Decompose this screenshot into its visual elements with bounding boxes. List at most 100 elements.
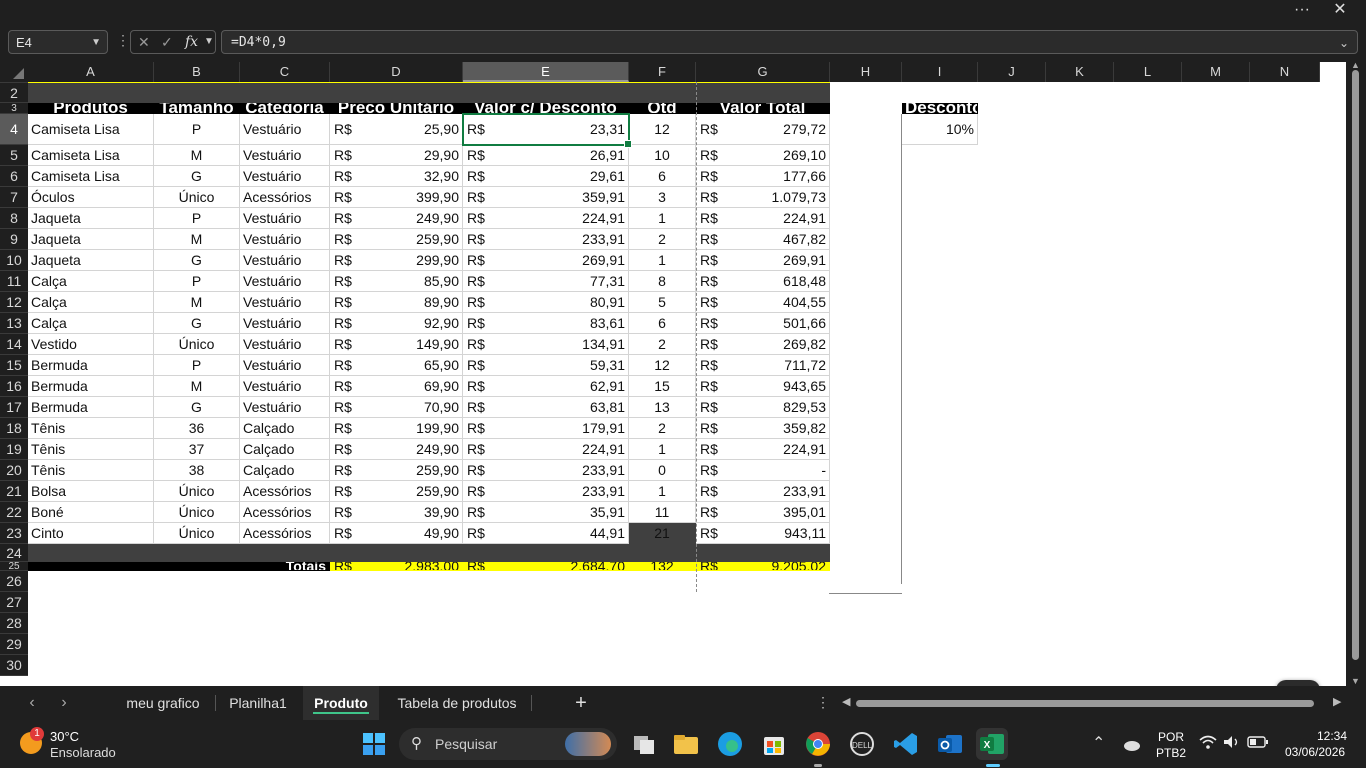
column-header-j[interactable]: J: [978, 62, 1046, 82]
cell-categoria[interactable]: Calçado: [240, 439, 330, 460]
clock-date[interactable]: 03/06/2026: [1285, 745, 1345, 759]
cell-desconto[interactable]: R$ 35,91: [463, 502, 629, 523]
expand-formula-icon[interactable]: ⌄: [1339, 31, 1349, 55]
clock-time[interactable]: 12:34: [1317, 729, 1347, 743]
cell-valor-total[interactable]: R$ 943,11: [696, 523, 830, 544]
header-categoria[interactable]: Categoria: [240, 103, 330, 114]
cell-tamanho[interactable]: 36: [154, 418, 240, 439]
weather-desc[interactable]: Ensolarado: [50, 745, 116, 760]
formula-input[interactable]: =D4*0,9 ⌄: [221, 30, 1358, 54]
cell-desconto[interactable]: R$ 44,91: [463, 523, 629, 544]
cell-desconto[interactable]: R$ 62,91: [463, 376, 629, 397]
cell-tamanho[interactable]: M: [154, 229, 240, 250]
row-header-21[interactable]: 21: [0, 481, 28, 502]
cell-valor-total[interactable]: R$ 224,91: [696, 439, 830, 460]
cell-desconto[interactable]: R$ 359,91: [463, 187, 629, 208]
cell-preco[interactable]: R$ 199,90: [330, 418, 463, 439]
cell-categoria[interactable]: Acessórios: [240, 523, 330, 544]
cell-valor-total[interactable]: R$ 224,91: [696, 208, 830, 229]
cell-desconto[interactable]: R$ 83,61: [463, 313, 629, 334]
row-header-16[interactable]: 16: [0, 376, 28, 397]
cell-preco[interactable]: R$ 29,90: [330, 145, 463, 166]
cell-categoria[interactable]: Vestuário: [240, 271, 330, 292]
header-qtd[interactable]: Qtd: [629, 103, 696, 114]
cell-preco[interactable]: R$ 92,90: [330, 313, 463, 334]
prev-sheet-icon[interactable]: ‹: [22, 686, 42, 720]
cell-produto[interactable]: Calça: [28, 271, 154, 292]
cell-categoria[interactable]: Vestuário: [240, 292, 330, 313]
totals-valor-total[interactable]: R$ 9.205,02: [696, 562, 830, 571]
row-header-13[interactable]: 13: [0, 313, 28, 334]
cell-tamanho[interactable]: G: [154, 397, 240, 418]
row-header-17[interactable]: 17: [0, 397, 28, 418]
more-vertical-icon[interactable]: ⋮: [816, 694, 830, 711]
cell-desconto[interactable]: R$ 233,91: [463, 229, 629, 250]
microsoft-store-icon[interactable]: [758, 728, 790, 760]
cancel-icon[interactable]: ✕: [138, 31, 150, 53]
cell-categoria[interactable]: Vestuário: [240, 145, 330, 166]
file-explorer-icon[interactable]: [670, 728, 702, 760]
outlook-icon[interactable]: [934, 728, 966, 760]
cell-produto[interactable]: Tênis: [28, 439, 154, 460]
cell-qtd[interactable]: 6: [629, 313, 696, 334]
discount-label-cell[interactable]: Desconto: [902, 103, 978, 114]
cell-produto[interactable]: Boné: [28, 502, 154, 523]
header-tamanho[interactable]: Tamanho: [154, 103, 240, 114]
cell-desconto[interactable]: R$ 233,91: [463, 460, 629, 481]
row-header-11[interactable]: 11: [0, 271, 28, 292]
scroll-up-icon[interactable]: ▲: [1351, 62, 1360, 70]
cell-desconto[interactable]: R$ 80,91: [463, 292, 629, 313]
cell-desconto[interactable]: R$ 26,91: [463, 145, 629, 166]
cell-categoria[interactable]: Acessórios: [240, 187, 330, 208]
column-header-b[interactable]: B: [154, 62, 240, 82]
column-header-e[interactable]: E: [463, 62, 629, 82]
add-sheet-button[interactable]: +: [568, 686, 594, 720]
cell-preco[interactable]: R$ 249,90: [330, 208, 463, 229]
cell-categoria[interactable]: Vestuário: [240, 397, 330, 418]
row-header-28[interactable]: 28: [0, 613, 28, 634]
cell-categoria[interactable]: Vestuário: [240, 114, 330, 145]
cell-qtd[interactable]: 2: [629, 229, 696, 250]
cell-valor-total[interactable]: R$ 279,72: [696, 114, 830, 145]
cell-tamanho[interactable]: P: [154, 271, 240, 292]
cell-categoria[interactable]: Vestuário: [240, 166, 330, 187]
cell-categoria[interactable]: Vestuário: [240, 208, 330, 229]
row-header-5[interactable]: 5: [0, 145, 28, 166]
cell-preco[interactable]: R$ 259,90: [330, 481, 463, 502]
cell-preco[interactable]: R$ 70,90: [330, 397, 463, 418]
column-header-g[interactable]: G: [696, 62, 830, 82]
cell-produto[interactable]: Óculos: [28, 187, 154, 208]
cell-produto[interactable]: Camiseta Lisa: [28, 114, 154, 145]
cell-desconto[interactable]: R$ 233,91: [463, 481, 629, 502]
cell-desconto[interactable]: R$ 224,91: [463, 439, 629, 460]
cell-valor-total[interactable]: R$ 467,82: [696, 229, 830, 250]
cell-produto[interactable]: Bermuda: [28, 397, 154, 418]
cell-categoria[interactable]: Acessórios: [240, 502, 330, 523]
header-produtos[interactable]: Produtos: [28, 103, 154, 114]
cell-desconto[interactable]: R$ 23,31: [463, 114, 629, 145]
cell-tamanho[interactable]: G: [154, 166, 240, 187]
cell-valor-total[interactable]: R$ 359,82: [696, 418, 830, 439]
cell-categoria[interactable]: Vestuário: [240, 376, 330, 397]
totals-desconto[interactable]: R$ 2.684,70: [463, 562, 629, 571]
cell-qtd[interactable]: 12: [629, 355, 696, 376]
cell-produto[interactable]: Bolsa: [28, 481, 154, 502]
cell-categoria[interactable]: Vestuário: [240, 355, 330, 376]
tab-tabela-de-produtos[interactable]: Tabela de produtos: [384, 686, 530, 720]
cell-valor-total[interactable]: R$ 711,72: [696, 355, 830, 376]
more-vertical-icon[interactable]: ⋮: [116, 32, 130, 49]
cell-preco[interactable]: R$ 65,90: [330, 355, 463, 376]
cell-qtd[interactable]: 15: [629, 376, 696, 397]
cell-tamanho[interactable]: M: [154, 145, 240, 166]
cell-preco[interactable]: R$ 85,90: [330, 271, 463, 292]
tab-meu-grafico[interactable]: meu grafico: [112, 686, 214, 720]
cell-qtd[interactable]: 3: [629, 187, 696, 208]
keyboard-layout-label[interactable]: PTB2: [1156, 746, 1186, 760]
column-header-k[interactable]: K: [1046, 62, 1114, 82]
cell-preco[interactable]: R$ 259,90: [330, 229, 463, 250]
cell-desconto[interactable]: R$ 63,81: [463, 397, 629, 418]
cell-tamanho[interactable]: G: [154, 313, 240, 334]
more-options-icon[interactable]: ···: [1284, 0, 1320, 22]
close-icon[interactable]: ✕: [1322, 0, 1358, 22]
cell-valor-total[interactable]: R$ 1.079,73: [696, 187, 830, 208]
